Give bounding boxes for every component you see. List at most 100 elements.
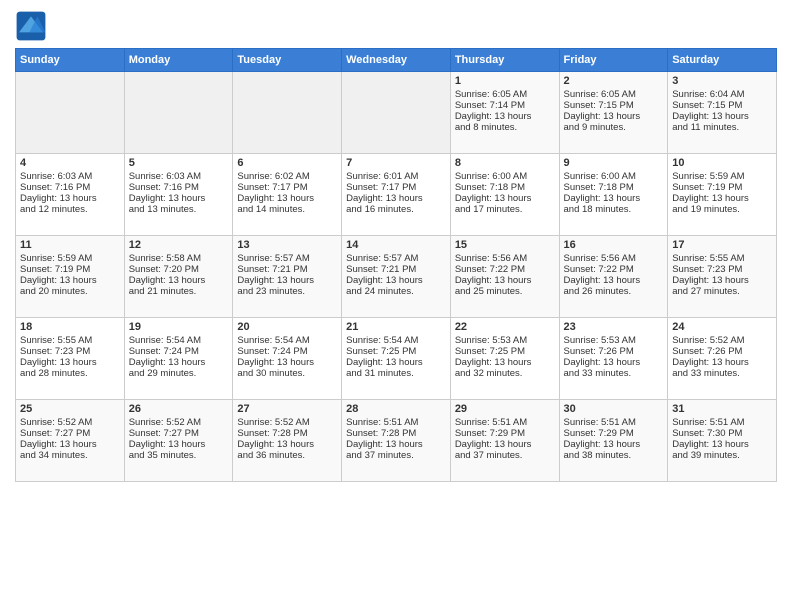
day-cell: 6Sunrise: 6:02 AMSunset: 7:17 PMDaylight… [233,154,342,236]
day-number: 20 [237,321,337,333]
day-info: Daylight: 13 hours [564,111,664,122]
day-number: 31 [672,403,772,415]
day-info: Sunset: 7:29 PM [455,428,555,439]
day-info: Sunrise: 5:55 AM [20,335,120,346]
col-header-sunday: Sunday [16,49,125,72]
day-cell [16,72,125,154]
day-info: and 23 minutes. [237,286,337,297]
day-info: and 11 minutes. [672,122,772,133]
day-info: Sunset: 7:21 PM [237,264,337,275]
day-number: 28 [346,403,446,415]
day-cell: 9Sunrise: 6:00 AMSunset: 7:18 PMDaylight… [559,154,668,236]
day-info: Daylight: 13 hours [672,111,772,122]
day-info: Daylight: 13 hours [672,439,772,450]
day-info: Sunset: 7:20 PM [129,264,229,275]
day-info: and 13 minutes. [129,204,229,215]
day-number: 9 [564,157,664,169]
day-info: Daylight: 13 hours [455,275,555,286]
logo [15,10,51,42]
day-info: Sunset: 7:23 PM [672,264,772,275]
day-info: Sunset: 7:27 PM [20,428,120,439]
day-number: 3 [672,75,772,87]
day-info: Daylight: 13 hours [346,357,446,368]
day-info: Sunset: 7:26 PM [564,346,664,357]
day-info: and 18 minutes. [564,204,664,215]
day-info: and 12 minutes. [20,204,120,215]
day-number: 2 [564,75,664,87]
day-info: Daylight: 13 hours [564,439,664,450]
day-info: Sunset: 7:21 PM [346,264,446,275]
day-number: 30 [564,403,664,415]
day-info: and 32 minutes. [455,368,555,379]
day-number: 23 [564,321,664,333]
day-info: Daylight: 13 hours [672,275,772,286]
day-info: Daylight: 13 hours [346,275,446,286]
day-info: Daylight: 13 hours [237,357,337,368]
day-info: Sunrise: 5:51 AM [564,417,664,428]
day-cell: 15Sunrise: 5:56 AMSunset: 7:22 PMDayligh… [450,236,559,318]
day-info: Sunset: 7:14 PM [455,100,555,111]
day-info: and 31 minutes. [346,368,446,379]
day-number: 6 [237,157,337,169]
day-info: Sunrise: 5:51 AM [672,417,772,428]
day-info: Daylight: 13 hours [237,193,337,204]
day-cell: 2Sunrise: 6:05 AMSunset: 7:15 PMDaylight… [559,72,668,154]
day-cell: 29Sunrise: 5:51 AMSunset: 7:29 PMDayligh… [450,400,559,482]
day-info: Sunset: 7:15 PM [672,100,772,111]
day-info: Sunrise: 5:57 AM [237,253,337,264]
day-info: and 8 minutes. [455,122,555,133]
day-info: Sunrise: 5:56 AM [564,253,664,264]
day-info: Sunrise: 6:04 AM [672,89,772,100]
day-cell [342,72,451,154]
day-cell: 22Sunrise: 5:53 AMSunset: 7:25 PMDayligh… [450,318,559,400]
day-info: Daylight: 13 hours [129,439,229,450]
day-info: Sunrise: 5:52 AM [237,417,337,428]
day-info: Sunrise: 5:52 AM [20,417,120,428]
day-info: Sunrise: 5:59 AM [672,171,772,182]
calendar-header: SundayMondayTuesdayWednesdayThursdayFrid… [16,49,777,72]
day-info: and 37 minutes. [346,450,446,461]
day-info: and 29 minutes. [129,368,229,379]
day-info: and 20 minutes. [20,286,120,297]
day-info: Sunset: 7:24 PM [129,346,229,357]
day-info: Sunrise: 6:02 AM [237,171,337,182]
day-info: Sunset: 7:26 PM [672,346,772,357]
day-info: Sunset: 7:30 PM [672,428,772,439]
day-info: and 38 minutes. [564,450,664,461]
day-cell: 4Sunrise: 6:03 AMSunset: 7:16 PMDaylight… [16,154,125,236]
day-info: Sunset: 7:18 PM [455,182,555,193]
day-info: Daylight: 13 hours [455,357,555,368]
day-cell: 14 Sunrise: 5:57 AMSunset: 7:21 PMDayligh… [342,236,451,318]
day-info: Sunset: 7:23 PM [20,346,120,357]
calendar-container: SundayMondayTuesdayWednesdayThursdayFrid… [0,0,792,492]
day-cell [233,72,342,154]
day-number: 10 [672,157,772,169]
day-info: and 34 minutes. [20,450,120,461]
day-info: Daylight: 13 hours [20,193,120,204]
day-number: 14 [346,239,446,251]
day-info: and 36 minutes. [237,450,337,461]
day-info: Sunset: 7:22 PM [564,264,664,275]
day-info: Sunset: 7:16 PM [20,182,120,193]
day-info: Sunrise: 5:54 AM [129,335,229,346]
day-info: and 19 minutes. [672,204,772,215]
day-info: Daylight: 13 hours [129,193,229,204]
day-cell [124,72,233,154]
day-cell: 11Sunrise: 5:59 AMSunset: 7:19 PMDayligh… [16,236,125,318]
col-header-wednesday: Wednesday [342,49,451,72]
day-info: Daylight: 13 hours [672,193,772,204]
day-number: 12 [129,239,229,251]
day-cell: 25Sunrise: 5:52 AMSunset: 7:27 PMDayligh… [16,400,125,482]
day-cell: 17Sunrise: 5:55 AMSunset: 7:23 PMDayligh… [668,236,777,318]
day-info: Sunrise: 5:57 AM [346,253,446,264]
day-info: Sunrise: 5:56 AM [455,253,555,264]
day-cell: 3 Sunrise: 6:04 AMSunset: 7:15 PMDaylight… [668,72,777,154]
week-row-3: 11Sunrise: 5:59 AMSunset: 7:19 PMDayligh… [16,236,777,318]
day-cell: 18Sunrise: 5:55 AMSunset: 7:23 PMDayligh… [16,318,125,400]
day-cell: 7Sunrise: 6:01 AMSunset: 7:17 PMDaylight… [342,154,451,236]
day-info: and 25 minutes. [455,286,555,297]
day-info: Daylight: 13 hours [455,439,555,450]
day-info: Daylight: 13 hours [455,111,555,122]
day-info: Sunset: 7:19 PM [672,182,772,193]
header [15,10,777,42]
